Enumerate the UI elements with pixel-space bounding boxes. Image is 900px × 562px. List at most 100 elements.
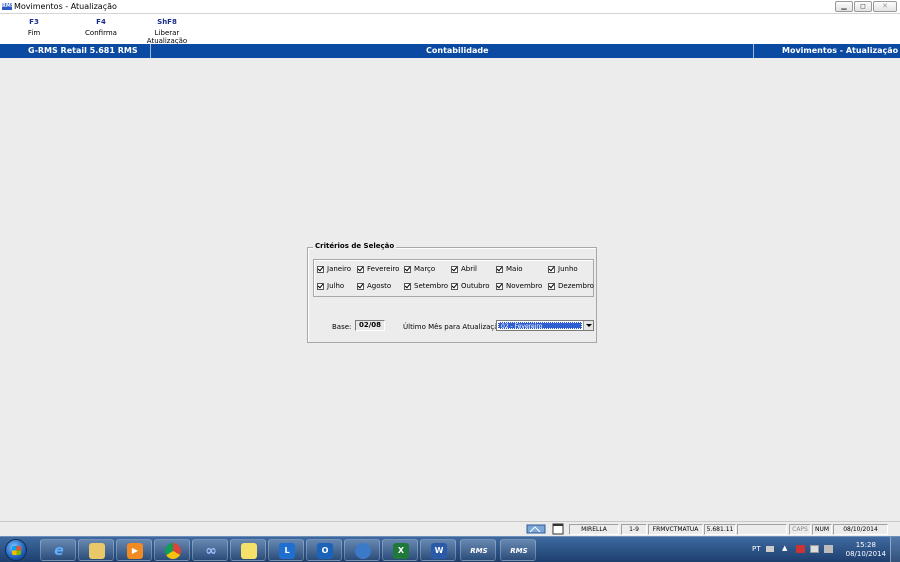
sticky-notes-icon — [241, 543, 257, 559]
base-value: 02/08 — [355, 320, 385, 331]
clock-time: 15:28 — [855, 541, 876, 549]
screen-name: Movimentos - Atualização — [782, 46, 899, 55]
taskbar-remote-app[interactable] — [344, 539, 380, 561]
rms-icon: RMS — [470, 547, 488, 555]
show-desktop-button[interactable] — [890, 537, 900, 562]
taskbar-chrome[interactable] — [154, 539, 190, 561]
checkbox-label: Julho — [327, 282, 345, 290]
checkbox-label: Janeiro — [327, 265, 352, 273]
lync-icon: L — [279, 543, 295, 559]
action-center-flag-icon[interactable] — [796, 545, 805, 553]
window-title: Movimentos - Atualização — [14, 2, 117, 11]
module-name: Contabilidade — [426, 46, 489, 55]
media-player-icon: ▶ — [127, 543, 143, 559]
status-range: 1-9 — [621, 524, 647, 535]
taskbar-media-player[interactable]: ▶ — [116, 539, 152, 561]
header-divider — [150, 44, 151, 58]
checkbox-label: Fevereiro — [367, 265, 400, 273]
remote-app-icon — [355, 543, 371, 559]
main-area: Critérios de Seleção Janeiro Fevereiro M… — [0, 58, 900, 521]
taskbar-sticky-notes[interactable] — [230, 539, 266, 561]
checkbox-setembro[interactable]: Setembro — [404, 281, 448, 291]
checkbox-marco[interactable]: Março — [404, 264, 435, 274]
checkbox-label: Outubro — [461, 282, 490, 290]
keyboard-icon — [766, 546, 774, 552]
checkbox-novembro[interactable]: Novembro — [496, 281, 542, 291]
word-icon: W — [431, 543, 447, 559]
app-icon: RMS — [2, 3, 15, 10]
checkbox-janeiro[interactable]: Janeiro — [317, 264, 351, 274]
shf8-liberar-button[interactable]: ShF8 Liberar Atualização — [134, 18, 200, 45]
checkbox-label: Março — [414, 265, 436, 273]
language-indicator[interactable]: PT — [752, 545, 761, 553]
checkbox-label: Novembro — [506, 282, 543, 290]
checkbox-junho[interactable]: Junho — [548, 264, 578, 274]
system-version: G-RMS Retail 5.681 RMS — [28, 46, 138, 55]
f4-confirma-button[interactable]: F4 Confirma — [83, 18, 119, 37]
f3-fim-button[interactable]: F3 Fim — [24, 18, 44, 37]
key-action: Liberar Atualização — [146, 29, 188, 45]
taskbar-file-explorer[interactable] — [78, 539, 114, 561]
folder-icon — [89, 543, 105, 559]
status-form: FRMVCTMATUA — [648, 524, 703, 535]
key-label: ShF8 — [157, 18, 177, 26]
module-header: G-RMS Retail 5.681 RMS Contabilidade Mov… — [0, 44, 900, 58]
taskbar-outlook[interactable]: O — [306, 539, 342, 561]
status-bar: MIRELLA 1-9 FRMVCTMATUA 5.681.11 CAPS NU… — [0, 521, 900, 536]
criteria-groupbox: Critérios de Seleção Janeiro Fevereiro M… — [307, 242, 597, 343]
taskbar-internet-explorer[interactable]: e — [40, 539, 76, 561]
taskbar-rms-2[interactable]: RMS — [500, 539, 536, 561]
checkbox-agosto[interactable]: Agosto — [357, 281, 391, 291]
minimize-button[interactable]: ▁ — [835, 1, 853, 12]
status-caps: CAPS — [789, 524, 811, 535]
checkbox-box — [496, 265, 503, 273]
ultimo-mes-label: Último Mês para Atualização: — [403, 323, 506, 331]
status-user: MIRELLA — [569, 524, 619, 535]
taskbar-word[interactable]: W — [420, 539, 456, 561]
checkbox-box — [404, 282, 411, 290]
document-icon — [552, 523, 564, 535]
key-action: Confirma — [85, 29, 117, 37]
status-date: 08/10/2014 — [833, 524, 888, 535]
checkbox-label: Maio — [506, 265, 523, 273]
window-titlebar: RMS Movimentos - Atualização ▁ ◻ ✕ — [0, 0, 900, 14]
excel-icon: X — [393, 543, 409, 559]
checkbox-fevereiro[interactable]: Fevereiro — [357, 264, 399, 274]
base-label: Base: — [332, 323, 352, 331]
checkbox-julho[interactable]: Julho — [317, 281, 344, 291]
dropdown-arrow-icon[interactable] — [583, 321, 593, 330]
checkbox-label: Setembro — [414, 282, 449, 290]
window-controls: ▁ ◻ ✕ — [835, 1, 897, 12]
system-tray: PT ▲ 15:28 08/10/2014 — [750, 537, 900, 562]
network-icon[interactable] — [810, 545, 819, 553]
chrome-icon — [165, 543, 181, 559]
maximize-button[interactable]: ◻ — [854, 1, 872, 12]
key-action: Fim — [27, 29, 41, 37]
checkbox-abril[interactable]: Abril — [451, 264, 477, 274]
taskbar-app-infinity[interactable]: ∞ — [192, 539, 228, 561]
close-button[interactable]: ✕ — [873, 1, 897, 12]
key-label: F3 — [29, 18, 39, 26]
checkbox-box — [357, 282, 364, 290]
checkbox-outubro[interactable]: Outubro — [451, 281, 490, 291]
taskbar-lync[interactable]: L — [268, 539, 304, 561]
checkbox-box — [317, 265, 324, 273]
taskbar-rms-1[interactable]: RMS — [460, 539, 496, 561]
checkbox-dezembro[interactable]: Dezembro — [548, 281, 594, 291]
checkbox-maio[interactable]: Maio — [496, 264, 523, 274]
volume-icon[interactable] — [824, 545, 833, 553]
taskbar-excel[interactable]: X — [382, 539, 418, 561]
checkbox-box — [548, 282, 555, 290]
infinity-icon: ∞ — [205, 543, 217, 559]
outlook-icon: O — [317, 543, 333, 559]
show-hidden-icons-arrow[interactable]: ▲ — [782, 544, 787, 552]
start-button[interactable] — [5, 539, 27, 561]
status-version: 5.681.11 — [704, 524, 736, 535]
checkbox-label: Abril — [461, 265, 477, 273]
ultimo-mes-select[interactable]: 02 - Fevereiro — [496, 320, 594, 331]
taskbar-clock[interactable]: 15:28 08/10/2014 — [846, 541, 886, 559]
clock-date: 08/10/2014 — [845, 550, 886, 558]
checkbox-box — [357, 265, 364, 273]
ultimo-mes-selected-value: 02 - Fevereiro — [498, 322, 582, 330]
key-label: F4 — [96, 18, 106, 26]
